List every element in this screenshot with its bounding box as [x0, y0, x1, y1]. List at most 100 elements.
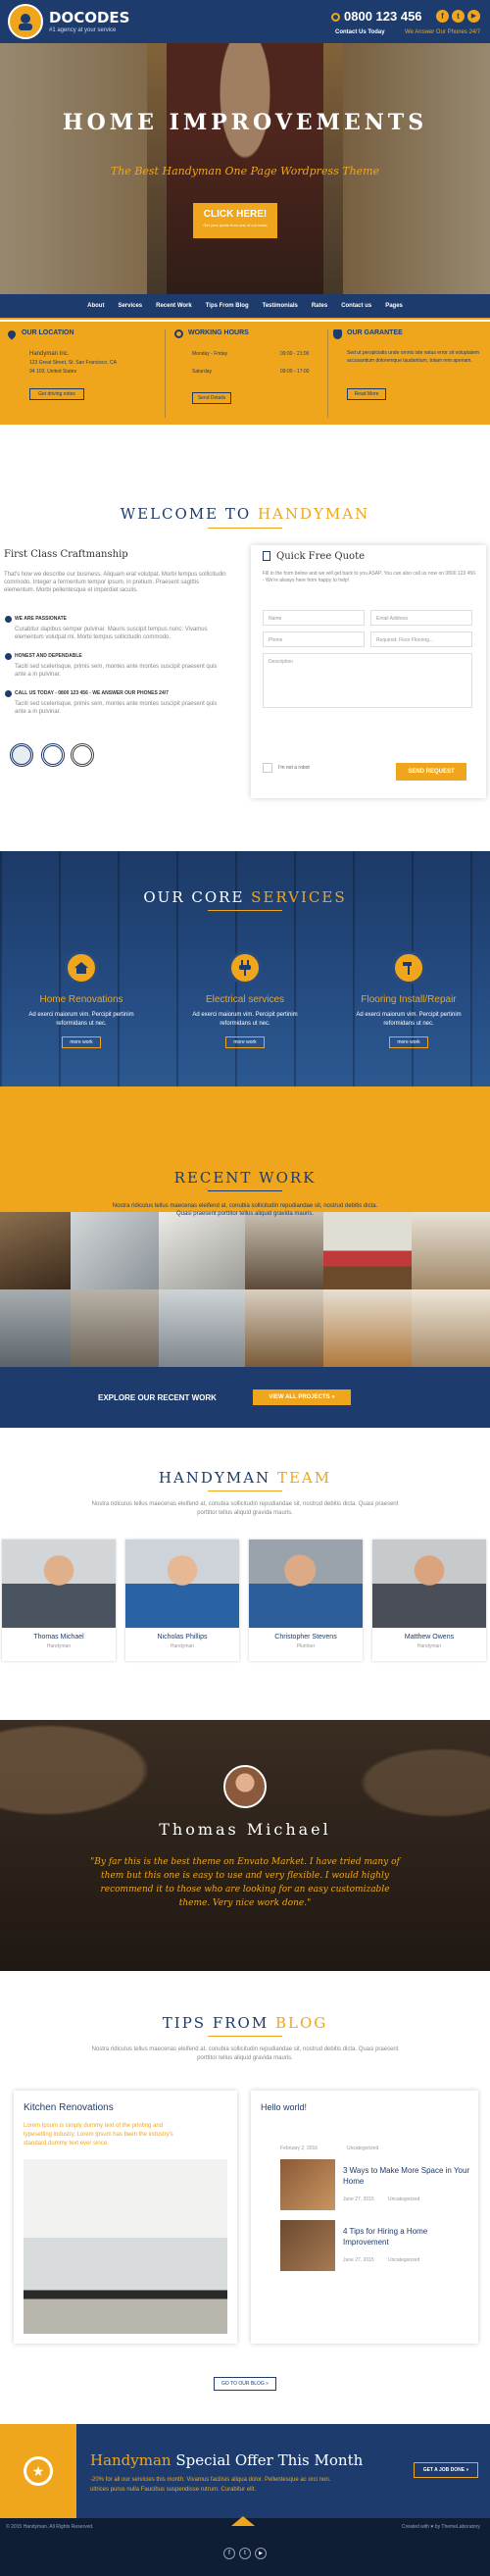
services-title-underline [208, 910, 282, 911]
footer-youtube-icon[interactable]: ▶ [255, 2548, 267, 2559]
nav-item-tips[interactable]: Tips From Blog [199, 303, 256, 309]
team-card-4[interactable]: Matthew Owens Handyman [372, 1540, 486, 1661]
nav-item-about[interactable]: About [80, 303, 111, 309]
point-1-title: WE ARE PASSIONATE [15, 616, 67, 622]
service-1-desc: Ad exerci maiorum vim. Percipit pertinim… [28, 1012, 134, 1027]
explore-text: EXPLORE OUR RECENT WORK [98, 1393, 217, 1402]
point-2-title: HONEST AND DEPENDABLE [15, 653, 82, 659]
nav-item-testimonials[interactable]: Testimonials [256, 303, 305, 309]
footer-facebook-icon[interactable]: f [223, 2548, 235, 2559]
service-2-desc: Ad exerci maiorum vim. Percipit pertinim… [192, 1012, 298, 1027]
nav-item-contact[interactable]: Contact us [334, 303, 378, 309]
quote-icon [263, 551, 270, 561]
work-photo-6[interactable] [412, 1212, 490, 1289]
service-3-button[interactable]: more work [389, 1036, 428, 1048]
work-photo-10[interactable] [245, 1289, 323, 1367]
logo-badge[interactable] [8, 4, 43, 39]
read-more-button[interactable]: Read More [347, 388, 386, 400]
info-location-title: OUR LOCATION [22, 329, 74, 336]
team-photo-3 [249, 1540, 363, 1628]
send-request-button[interactable]: SEND REQUEST [396, 763, 466, 781]
blog-side-meta-cat: Uncategorized [347, 2146, 379, 2151]
phone-icon [331, 13, 340, 22]
hero-cta-button[interactable]: CLICK HERE! Get your quote from one of o… [193, 203, 277, 238]
nav-item-pages[interactable]: Pages [378, 303, 410, 309]
team-card-1[interactable]: Thomas Michael Handyman [2, 1540, 116, 1661]
team-card-3[interactable]: Christopher Stevens Plumber [249, 1540, 363, 1661]
check-icon-1 [5, 616, 12, 623]
work-photo-9[interactable] [159, 1289, 245, 1367]
work-photo-7[interactable] [0, 1289, 71, 1367]
blog-side-card: Hello world! February 2, 2016 Uncategori… [251, 2091, 478, 2344]
work-photo-3[interactable] [159, 1212, 245, 1289]
blog-post-1-title[interactable]: 3 Ways to Make More Space in Your Home [343, 2165, 470, 2187]
footer-twitter-icon[interactable]: t [239, 2548, 251, 2559]
blog-post-1-thumb[interactable] [280, 2159, 335, 2210]
work-photo-4[interactable] [245, 1212, 323, 1289]
service-1-button[interactable]: more work [62, 1036, 101, 1048]
social-facebook-icon[interactable]: f [436, 10, 449, 23]
team-card-2[interactable]: Nicholas Phillips Handyman [125, 1540, 239, 1661]
service-3-name: Flooring Install/Repair [361, 994, 457, 1005]
work-photo-11[interactable] [323, 1289, 412, 1367]
nav-item-recent-work[interactable]: Recent Work [149, 303, 199, 309]
blog-desc: Nostra ridiculus tellus maecenas eleifen… [91, 2046, 399, 2061]
social-youtube-icon[interactable]: ▶ [467, 10, 480, 23]
service-3-desc: Ad exerci maiorum vim. Percipit pertinim… [356, 1012, 462, 1027]
info-divider-2 [327, 329, 328, 418]
services-title: OUR CORE SERVICES [143, 888, 347, 906]
shield-icon [333, 329, 342, 339]
blog-side-title: Hello world! [261, 2102, 308, 2112]
social-twitter-icon[interactable]: t [452, 10, 465, 23]
blog-post-2-thumb[interactable] [280, 2220, 335, 2271]
blog-post-2-title[interactable]: 4 Tips for Hiring a Home Improvement [343, 2226, 470, 2248]
hammer-icon [392, 951, 425, 985]
go-to-blog-button[interactable]: GO TO OUR BLOG » [214, 2377, 276, 2391]
info-location-line3: 94 103, United States [29, 369, 77, 375]
header-phone[interactable]: 0800 123 456 [344, 9, 422, 24]
work-photo-12[interactable] [412, 1289, 490, 1367]
name-field[interactable]: Name [263, 610, 365, 626]
testimonial-tools-decor [0, 1720, 490, 1971]
team-title-underline [208, 1490, 282, 1491]
info-location: OUR LOCATION Handyman Inc. 123 Great Str… [6, 328, 160, 418]
work-photo-2[interactable] [71, 1212, 159, 1289]
phone-field[interactable]: Phone [263, 631, 365, 647]
email-field[interactable]: Email Address [370, 610, 472, 626]
welcome-title-underline [208, 528, 282, 529]
work-photo-8[interactable] [71, 1289, 159, 1367]
footer-credit[interactable]: Created with ♥ by ThemeLaboratory [402, 2524, 480, 2530]
work-photo-1[interactable] [0, 1212, 71, 1289]
blog-feature-card[interactable]: Kitchen Renovations Lorem Ipsum is simpl… [14, 2091, 237, 2344]
team-3-name: Christopher Stevens [274, 1634, 337, 1641]
blog-post-1-cat: Uncategorized [388, 2197, 420, 2202]
offer-line-2: ultrices purus nulla Faucibus suspendiss… [90, 2487, 257, 2493]
info-hours-title: WORKING HOURS [188, 329, 249, 336]
send-details-button[interactable]: Send Details [192, 392, 231, 404]
medal-icon: ★ [24, 2456, 53, 2486]
quote-desc: Fill in the form below and we will get b… [263, 571, 475, 583]
nav-item-rates[interactable]: Rates [305, 303, 334, 309]
work-photo-5[interactable] [323, 1212, 412, 1289]
info-guarantee-text: Sed ut perspiciatis unde omnis iste natu… [347, 350, 480, 364]
footer-scroll-top[interactable] [231, 2516, 255, 2526]
logo-text[interactable]: DOCODES [49, 9, 129, 26]
get-job-done-button[interactable]: GET A JOB DONE » [414, 2462, 478, 2478]
team-2-role: Handyman [170, 1643, 195, 1649]
team-4-role: Handyman [416, 1643, 442, 1649]
description-textarea[interactable]: Description [263, 653, 472, 708]
handyman-logo-icon [19, 14, 32, 30]
offer-title: Handyman Special Offer This Month [90, 2451, 364, 2469]
nav-item-services[interactable]: Services [111, 303, 149, 309]
service-2-button[interactable]: more work [225, 1036, 265, 1048]
offer-line-1: -20% for all our servicies this month. V… [90, 2477, 331, 2483]
view-all-projects-button[interactable]: VIEW ALL PROJECTS » [253, 1389, 351, 1405]
blog-feature-image [24, 2159, 227, 2334]
service-select[interactable]: Required: Floor Flooring... [370, 631, 472, 647]
blog-feature-text: Lorem Ipsum is simply dummy text of the … [24, 2123, 173, 2147]
directions-button[interactable]: Get driving notes [29, 388, 84, 400]
footer-copyright: © 2015 Handyman. All Rights Reserved. [6, 2524, 94, 2530]
hero-cta-sub: Get your quote from one of our tasks [203, 223, 268, 227]
captcha-checkbox[interactable] [263, 763, 272, 773]
contact-label[interactable]: Contact Us Today [335, 29, 385, 35]
